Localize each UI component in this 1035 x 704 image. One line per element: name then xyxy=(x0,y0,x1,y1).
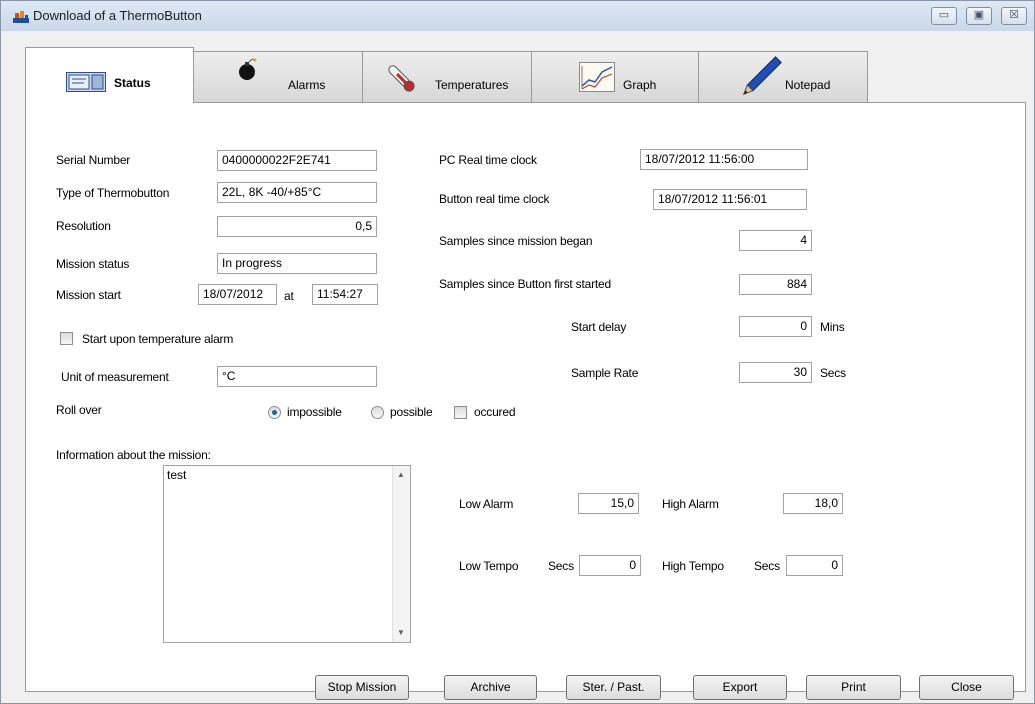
stop-mission-button[interactable]: Stop Mission xyxy=(315,675,409,700)
high-alarm-label: High Alarm xyxy=(662,497,719,511)
button-clock-label: Button real time clock xyxy=(439,192,550,206)
window-title: Download of a ThermoButton xyxy=(33,8,202,23)
tab-temperatures[interactable]: Temperatures xyxy=(362,51,532,102)
tab-graph[interactable]: Graph xyxy=(531,51,699,102)
mission-status-label: Mission status xyxy=(56,257,130,271)
start-delay-field[interactable]: 0 xyxy=(739,316,812,337)
app-window: Download of a ThermoButton ▭ ▣ ☒ Status xyxy=(0,0,1035,704)
tab-graph-label: Graph xyxy=(623,78,657,92)
print-button[interactable]: Print xyxy=(806,675,901,700)
high-tempo-unit: Secs xyxy=(754,559,780,573)
title-bar: Download of a ThermoButton ▭ ▣ ☒ xyxy=(1,1,1034,31)
start-delay-unit: Mins xyxy=(820,320,845,334)
start-upon-alarm-checkbox[interactable] xyxy=(60,332,73,345)
sample-rate-unit: Secs xyxy=(820,366,846,380)
tab-notepad[interactable]: Notepad xyxy=(698,51,868,102)
tab-status-label: Status xyxy=(114,76,151,90)
graph-icon xyxy=(579,62,615,92)
pc-clock-label: PC Real time clock xyxy=(439,153,537,167)
status-panel: Serial Number 0400000022F2E741 Type of T… xyxy=(25,102,1026,692)
bomb-icon xyxy=(239,58,257,80)
low-alarm-field[interactable]: 15,0 xyxy=(578,493,639,514)
type-label: Type of Thermobutton xyxy=(56,186,170,200)
mission-status-field[interactable]: In progress xyxy=(217,253,377,274)
tab-alarms-label: Alarms xyxy=(288,78,326,92)
serial-number-field[interactable]: 0400000022F2E741 xyxy=(217,150,377,171)
resolution-label: Resolution xyxy=(56,219,111,233)
roll-over-possible-radio[interactable] xyxy=(371,406,384,419)
type-field[interactable]: 22L, 8K -40/+85°C xyxy=(217,182,377,203)
status-screen-icon xyxy=(66,72,106,92)
mission-info-textarea[interactable]: test ▲ ▼ xyxy=(163,465,411,643)
pc-clock-field[interactable]: 18/07/2012 11:56:00 xyxy=(640,149,808,170)
maximize-button[interactable]: ▣ xyxy=(966,7,992,25)
low-tempo-unit: Secs xyxy=(548,559,574,573)
pen-icon xyxy=(742,56,782,96)
high-tempo-field[interactable]: 0 xyxy=(786,555,843,576)
scroll-up-icon[interactable]: ▲ xyxy=(397,470,405,479)
roll-over-label: Roll over xyxy=(56,403,102,417)
mission-start-label: Mission start xyxy=(56,288,121,302)
ster-past-button[interactable]: Ster. / Past. xyxy=(566,675,661,700)
mission-start-at-label: at xyxy=(284,289,294,303)
archive-button[interactable]: Archive xyxy=(444,675,537,700)
low-tempo-field[interactable]: 0 xyxy=(579,555,641,576)
start-delay-label: Start delay xyxy=(571,320,627,334)
tab-temperatures-label: Temperatures xyxy=(435,78,509,92)
roll-over-impossible-radio[interactable] xyxy=(268,406,281,419)
close-window-button[interactable]: ☒ xyxy=(1001,7,1027,25)
roll-over-impossible-label: impossible xyxy=(287,405,342,419)
client-area: Status Alarms Temperatures Graph Notepad… xyxy=(6,31,1029,700)
samples-started-label: Samples since Button first started xyxy=(439,277,611,291)
scroll-down-icon[interactable]: ▼ xyxy=(397,628,405,637)
mission-info-text: test xyxy=(167,468,187,482)
samples-mission-label: Samples since mission began xyxy=(439,234,593,248)
mission-start-time-field[interactable]: 11:54:27 xyxy=(312,284,378,305)
occured-label: occured xyxy=(474,405,516,419)
resolution-field[interactable]: 0,5 xyxy=(217,216,377,237)
sample-rate-label: Sample Rate xyxy=(571,366,639,380)
button-clock-field[interactable]: 18/07/2012 11:56:01 xyxy=(653,189,807,210)
low-tempo-label: Low Tempo xyxy=(459,559,519,573)
mission-info-label: Information about the mission: xyxy=(56,448,211,462)
close-button[interactable]: Close xyxy=(919,675,1014,700)
high-alarm-field[interactable]: 18,0 xyxy=(783,493,843,514)
export-button[interactable]: Export xyxy=(693,675,787,700)
samples-started-field[interactable]: 884 xyxy=(739,274,812,295)
start-upon-alarm-label: Start upon temperature alarm xyxy=(82,332,234,346)
mission-info-scrollbar[interactable]: ▲ ▼ xyxy=(392,466,410,642)
serial-number-label: Serial Number xyxy=(56,153,131,167)
sample-rate-field[interactable]: 30 xyxy=(739,362,812,383)
tab-notepad-label: Notepad xyxy=(785,78,831,92)
mission-start-date-field[interactable]: 18/07/2012 xyxy=(198,284,277,305)
roll-over-possible-label: possible xyxy=(390,405,433,419)
tab-alarms[interactable]: Alarms xyxy=(193,51,363,102)
app-logo-icon xyxy=(13,11,29,23)
thermometer-icon xyxy=(388,65,415,92)
samples-mission-field[interactable]: 4 xyxy=(739,230,812,251)
low-alarm-label: Low Alarm xyxy=(459,497,514,511)
tab-status[interactable]: Status xyxy=(25,47,194,103)
unit-field[interactable]: °C xyxy=(217,366,377,387)
occured-checkbox[interactable] xyxy=(454,406,467,419)
high-tempo-label: High Tempo xyxy=(662,559,724,573)
unit-label: Unit of measurement xyxy=(61,370,169,384)
minimize-button[interactable]: ▭ xyxy=(931,7,957,25)
